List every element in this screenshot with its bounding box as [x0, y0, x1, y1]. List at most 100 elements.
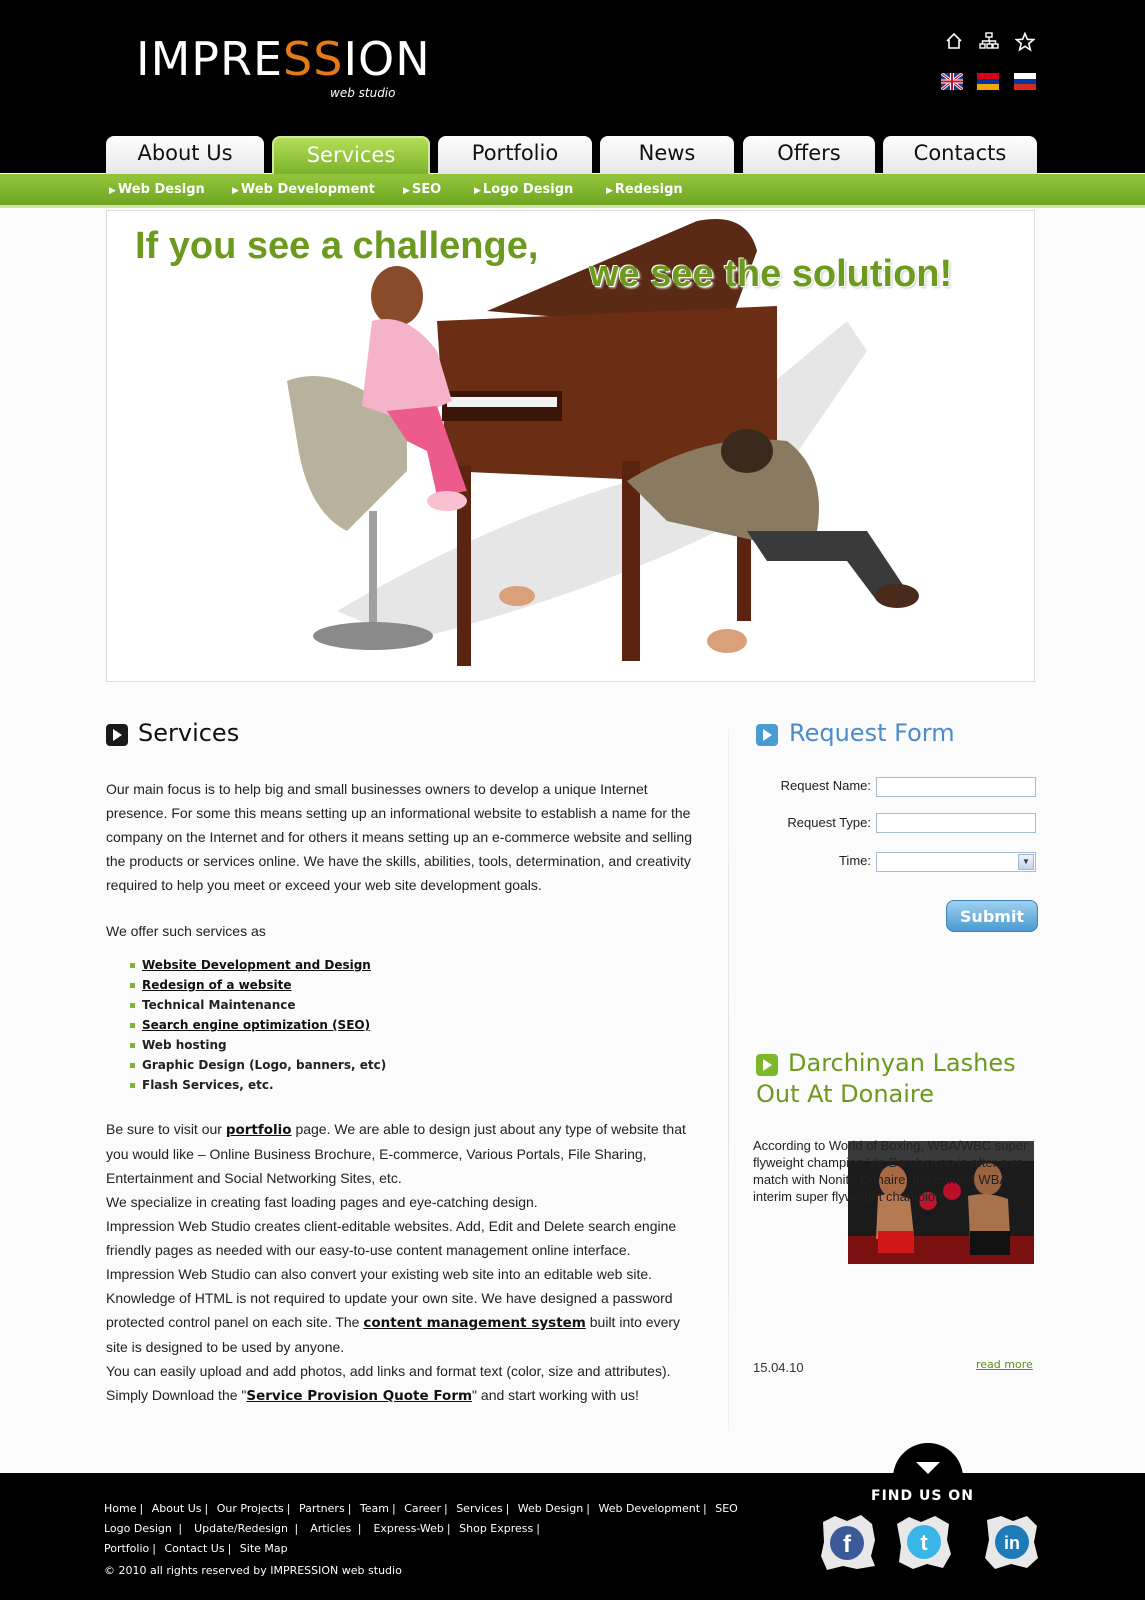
request-name-input[interactable] — [876, 777, 1036, 797]
armenian-flag[interactable] — [977, 73, 999, 90]
request-form-title: Request Form — [789, 719, 955, 747]
services-paragraph: Simply Download the "Service Provision Q… — [106, 1387, 639, 1404]
services-offer-lead: We offer such services as — [106, 923, 266, 939]
english-flag[interactable] — [941, 73, 963, 90]
list-item[interactable]: Redesign of a website — [130, 975, 696, 995]
banner-headline: If you see a challenge, — [135, 225, 539, 267]
time-select[interactable]: ▼ — [876, 852, 1036, 872]
list-item: Flash Services, etc. — [130, 1075, 696, 1095]
footer-link-seo[interactable]: SEO — [715, 1502, 738, 1515]
cms-link[interactable]: content management system — [363, 1315, 586, 1331]
arrow-right-icon: ▶ — [606, 186, 613, 196]
tab-about-us[interactable]: About Us — [106, 136, 264, 174]
services-paragraph: Impression Web Studio can also convert y… — [106, 1266, 653, 1282]
footer-links-row: Portfolio | Contact Us | Site Map — [104, 1542, 288, 1555]
russian-flag[interactable] — [1014, 73, 1036, 90]
facebook-icon[interactable]: f — [817, 1512, 877, 1572]
sub-nav: ▶ Web Design ▶ Web Development ▶ SEO ▶ Logo … — [0, 174, 1145, 208]
footer-link-portfolio[interactable]: Portfolio — [104, 1542, 149, 1555]
subnav-redesign[interactable]: ▶ Redesign — [606, 182, 683, 197]
arrow-right-icon: ▶ — [109, 186, 116, 196]
star-icon[interactable] — [1014, 31, 1036, 52]
services-content: Our main focus is to help big and small … — [106, 777, 696, 1408]
footer-links-row: Logo Design | Update/Redesign | Articles… — [104, 1522, 540, 1535]
arrow-right-icon: ▶ — [232, 186, 239, 196]
arrow-right-icon: ▶ — [474, 186, 481, 196]
request-type-label: Request Type: — [787, 815, 871, 830]
portfolio-link[interactable]: portfolio — [226, 1122, 292, 1138]
tab-offers[interactable]: Offers — [743, 136, 875, 174]
home-icon[interactable] — [944, 32, 964, 52]
time-label: Time: — [838, 853, 871, 868]
services-paragraph: You can easily upload and add photos, ad… — [106, 1363, 671, 1379]
hero-banner: If you see a challenge, we see the solut… — [106, 210, 1035, 682]
footer-link-home[interactable]: Home — [104, 1502, 136, 1515]
chevron-down-icon — [916, 1462, 940, 1474]
footer-link-our-projects[interactable]: Our Projects — [217, 1502, 284, 1515]
chevron-down-icon[interactable]: ▼ — [1018, 854, 1034, 870]
list-item: Web hosting — [130, 1035, 696, 1055]
logo-wordmark: IMPRESSION — [136, 32, 431, 86]
footer-links-row: Home | About Us | Our Projects | Partners | … — [104, 1502, 738, 1515]
services-paragraph: Be sure to visit our portfolio page. We … — [106, 1121, 686, 1186]
twitter-icon[interactable]: t — [893, 1512, 953, 1572]
services-paragraph: Impression Web Studio creates client-edi… — [106, 1218, 677, 1258]
footer-link-team[interactable]: Team — [360, 1502, 389, 1515]
service-link[interactable]: Search engine optimization (SEO) — [142, 1018, 370, 1032]
footer-link-express-web[interactable]: Express-Web — [373, 1522, 443, 1535]
footer-link-update-redesign[interactable]: Update/Redesign — [194, 1522, 288, 1535]
services-intro: Our main focus is to help big and small … — [106, 781, 692, 893]
services-paragraph: Knowledge of HTML is not required to upd… — [106, 1290, 681, 1355]
arrow-right-icon — [756, 724, 778, 746]
request-type-input[interactable] — [876, 813, 1036, 833]
service-link[interactable]: Website Development and Design — [142, 958, 371, 972]
list-item[interactable]: Website Development and Design — [130, 955, 696, 975]
footer-link-career[interactable]: Career — [404, 1502, 441, 1515]
sitemap-icon[interactable] — [979, 32, 999, 52]
quote-form-link[interactable]: Service Provision Quote Form — [246, 1388, 472, 1404]
footer-link-about-us[interactable]: About Us — [152, 1502, 202, 1515]
request-name-label: Request Name: — [780, 778, 871, 793]
footer-link-partners[interactable]: Partners — [299, 1502, 345, 1515]
tab-services[interactable]: Services — [272, 136, 430, 174]
linkedin-icon[interactable]: in — [981, 1512, 1041, 1572]
news-title[interactable]: Darchinyan Lashes Out At Donaire — [756, 1048, 1036, 1110]
find-us-label: FIND US ON — [871, 1488, 974, 1504]
tab-portfolio[interactable]: Portfolio — [438, 136, 592, 174]
news-text: According to World of Boxing, WBA/WBC su… — [753, 1138, 1028, 1204]
footer-link-web-development[interactable]: Web Development — [598, 1502, 700, 1515]
footer-link-web-design[interactable]: Web Design — [518, 1502, 583, 1515]
banner-subheadline: we see the solution! — [589, 253, 953, 295]
list-item: Graphic Design (Logo, banners, etc) — [130, 1055, 696, 1075]
list-item[interactable]: Search engine optimization (SEO) — [130, 1015, 696, 1035]
subnav-web-design[interactable]: ▶ Web Design — [109, 182, 205, 197]
svg-text:t: t — [920, 1530, 928, 1555]
services-list: Website Development and Design Redesign … — [130, 955, 696, 1095]
logo-subtitle: web studio — [330, 86, 396, 100]
service-link[interactable]: Redesign of a website — [142, 978, 292, 992]
list-item: Technical Maintenance — [130, 995, 696, 1015]
subnav-logo-design[interactable]: ▶ Logo Design — [474, 182, 573, 197]
column-divider — [728, 730, 729, 1430]
read-more-link[interactable]: read more — [976, 1358, 1033, 1371]
arrow-right-icon — [106, 724, 128, 746]
footer-link-shop-express[interactable]: Shop Express — [459, 1522, 533, 1535]
footer-link-contact-us[interactable]: Contact Us — [164, 1542, 224, 1555]
services-paragraph: We specialize in creating fast loading p… — [106, 1194, 538, 1210]
footer-link-services[interactable]: Services — [456, 1502, 502, 1515]
logo[interactable]: IMPRESSION web studio — [136, 26, 430, 106]
news-date: 15.04.10 — [753, 1360, 804, 1375]
tab-contacts[interactable]: Contacts — [883, 136, 1037, 174]
subnav-seo[interactable]: ▶ SEO — [403, 182, 441, 197]
arrow-right-icon: ▶ — [403, 186, 410, 196]
submit-button[interactable]: Submit — [946, 900, 1038, 932]
footer-link-site-map[interactable]: Site Map — [240, 1542, 288, 1555]
footer-link-articles[interactable]: Articles — [310, 1522, 351, 1535]
tab-news[interactable]: News — [600, 136, 734, 174]
footer-link-logo-design[interactable]: Logo Design — [104, 1522, 172, 1535]
copyright: © 2010 all rights reserved by IMPRESSION… — [104, 1564, 402, 1577]
svg-text:in: in — [1004, 1533, 1020, 1553]
subnav-web-development[interactable]: ▶ Web Development — [232, 182, 375, 197]
svg-text:f: f — [843, 1531, 852, 1558]
services-title: Services — [138, 719, 240, 747]
